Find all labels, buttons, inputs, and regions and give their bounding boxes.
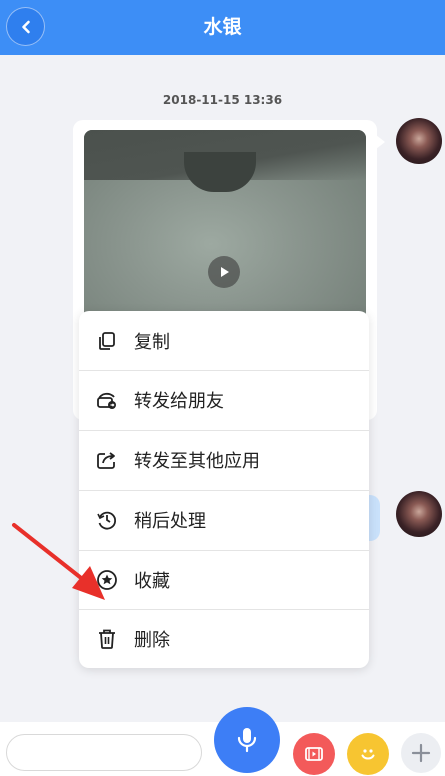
menu-item-forward-external[interactable]: 转发至其他应用 <box>79 430 369 489</box>
play-icon <box>221 267 229 277</box>
video-thumbnail[interactable] <box>84 130 366 320</box>
menu-item-label: 稍后处理 <box>134 511 206 532</box>
menu-item-forward-friend[interactable]: 转发给朋友 <box>79 370 369 429</box>
message-input[interactable] <box>6 734 202 771</box>
plus-icon <box>411 743 431 763</box>
menu-item-later[interactable]: 稍后处理 <box>79 490 369 549</box>
menu-item-copy[interactable]: 复制 <box>79 311 369 370</box>
emoji-button[interactable] <box>347 733 389 775</box>
clock-later-icon <box>96 509 118 531</box>
menu-item-favorite[interactable]: 收藏 <box>79 550 369 609</box>
avatar[interactable] <box>396 118 442 164</box>
menu-item-label: 复制 <box>134 331 170 353</box>
video-icon <box>305 747 323 761</box>
menu-item-delete[interactable]: 删除 <box>79 609 369 668</box>
chevron-left-icon <box>21 20 30 33</box>
copy-icon <box>96 330 118 352</box>
header-bar: 水银 <box>0 0 445 55</box>
more-button[interactable] <box>401 733 441 773</box>
trash-icon <box>96 628 118 650</box>
share-external-icon <box>96 449 118 471</box>
forward-friend-icon <box>96 389 118 411</box>
back-button[interactable] <box>6 7 45 46</box>
avatar[interactable] <box>396 491 442 537</box>
star-favorite-icon <box>96 569 118 591</box>
message-timestamp: 2018-11-15 13:36 <box>162 93 283 107</box>
menu-item-label: 删除 <box>134 630 170 651</box>
menu-item-label: 转发至其他应用 <box>134 451 260 472</box>
microphone-icon <box>237 728 257 753</box>
menu-item-label: 转发给朋友 <box>134 391 224 412</box>
voice-record-button[interactable] <box>214 707 280 773</box>
video-button[interactable] <box>293 733 335 775</box>
play-button[interactable] <box>208 256 240 288</box>
context-menu: 复制 转发给朋友 转发至其他应用 稍后处理 收藏 删除 <box>79 311 369 668</box>
page-title: 水银 <box>203 16 242 38</box>
menu-item-label: 收藏 <box>134 571 170 592</box>
emoji-icon <box>361 749 375 760</box>
